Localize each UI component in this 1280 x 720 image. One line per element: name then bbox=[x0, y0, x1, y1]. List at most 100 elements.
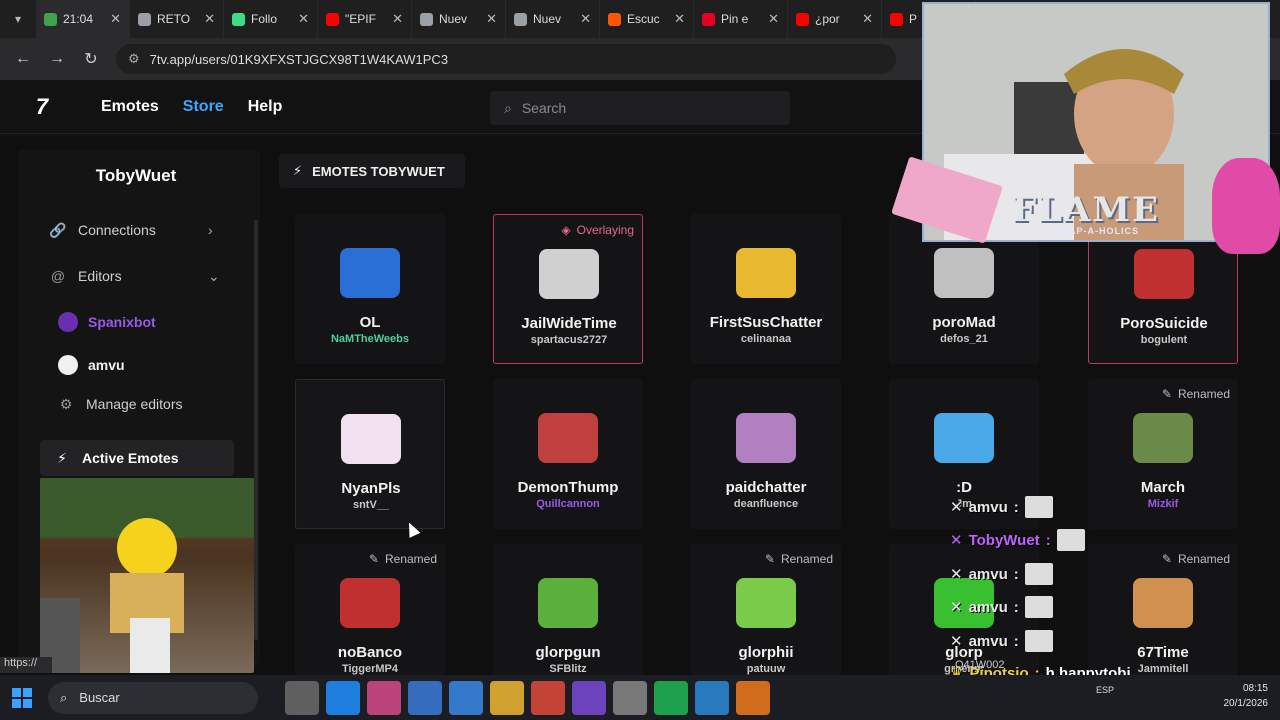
store-icon[interactable] bbox=[408, 680, 442, 715]
browser-tab[interactable]: ¿por ✕ bbox=[788, 0, 882, 38]
nav-emotes[interactable]: Emotes bbox=[101, 98, 159, 116]
copilot-icon[interactable] bbox=[367, 680, 401, 715]
chevron-down-icon[interactable]: ⌄ bbox=[208, 268, 220, 285]
emote-card[interactable]: FirstSusChatter celinanaa bbox=[691, 214, 841, 364]
chat-emote bbox=[1024, 496, 1053, 518]
emote-name: poroMad bbox=[932, 314, 996, 331]
emote-owner[interactable]: sntV__ bbox=[296, 499, 446, 511]
emote-card[interactable]: paidchatter deanfluence bbox=[691, 379, 841, 529]
chat-colon: : bbox=[1013, 632, 1019, 650]
nav-help[interactable]: Help bbox=[248, 98, 283, 116]
emote-image bbox=[340, 578, 400, 628]
chat-username: amvu bbox=[968, 565, 1008, 583]
tab-title: Pin e bbox=[721, 12, 749, 26]
chat-colon: : bbox=[1013, 498, 1019, 516]
browser-tab[interactable]: Pin e ✕ bbox=[694, 0, 788, 38]
emote-card[interactable]: ◈ Overlaying JailWideTime spartacus2727 bbox=[493, 214, 643, 364]
emote-owner[interactable]: NaMTheWeebs bbox=[295, 333, 445, 345]
badge-label: Renamed bbox=[1177, 387, 1230, 401]
nav-store[interactable]: Store bbox=[183, 98, 224, 116]
language-indicator[interactable]: ESP bbox=[1096, 685, 1114, 695]
browser-tab[interactable]: Follo ✕ bbox=[224, 0, 318, 38]
search-input[interactable]: ⌕ Search bbox=[490, 91, 790, 125]
chat-badge-icon: ✕ bbox=[950, 633, 963, 650]
browser-tab[interactable]: "EPIF ✕ bbox=[318, 0, 412, 38]
emote-owner[interactable]: Quillcannon bbox=[493, 498, 643, 510]
close-icon[interactable]: ✕ bbox=[674, 11, 685, 27]
clock[interactable]: 08:15 20/1/2026 bbox=[1224, 681, 1269, 711]
emote-name: noBanco bbox=[337, 644, 403, 661]
close-icon[interactable]: ✕ bbox=[392, 11, 403, 27]
task-view-icon[interactable] bbox=[285, 680, 319, 715]
emote-owner[interactable]: TiggerMP4 bbox=[295, 663, 445, 675]
renamed-badge: ✎ Renamed bbox=[369, 552, 437, 566]
browser-tab[interactable]: Nuev ✕ bbox=[506, 0, 600, 38]
emote-card[interactable]: OL NaMTheWeebs bbox=[295, 214, 445, 364]
emote-owner[interactable]: celinanaa bbox=[691, 333, 841, 345]
spotify-icon[interactable] bbox=[654, 680, 688, 715]
photos-icon[interactable] bbox=[695, 680, 729, 715]
close-icon[interactable]: ✕ bbox=[862, 11, 873, 27]
editor-item[interactable]: amvu bbox=[58, 355, 125, 375]
at-icon: @ bbox=[50, 268, 66, 284]
emote-owner[interactable]: SFBlitz bbox=[493, 663, 643, 675]
close-icon[interactable]: ✕ bbox=[110, 11, 121, 27]
avatar bbox=[58, 355, 78, 375]
outlook-icon[interactable] bbox=[449, 680, 483, 715]
emote-owner[interactable]: defos_21 bbox=[889, 333, 1039, 345]
emote-image bbox=[340, 248, 400, 298]
emote-card[interactable]: DemonThump Quillcannon bbox=[493, 379, 643, 529]
emote-owner[interactable]: bogulent bbox=[1089, 334, 1239, 346]
sidebar-item-manage-editors[interactable]: ⚙ Manage editors bbox=[58, 396, 183, 413]
chat-emote bbox=[1056, 529, 1085, 551]
discord-icon[interactable] bbox=[572, 680, 606, 715]
sidebar-item-editors[interactable]: @ Editors bbox=[50, 268, 122, 284]
site-info-icon[interactable]: ⚙ bbox=[128, 51, 140, 67]
emote-card[interactable]: ✎ Renamed glorphii patuuw bbox=[691, 544, 841, 694]
folder-icon[interactable] bbox=[490, 680, 524, 715]
emote-owner[interactable]: deanfluence bbox=[691, 498, 841, 510]
tab-search-icon[interactable]: ▾ bbox=[0, 0, 36, 38]
taskbar-search[interactable]: ⌕ Buscar bbox=[48, 681, 258, 714]
editor-name: amvu bbox=[88, 357, 125, 373]
windows-start-icon[interactable] bbox=[0, 675, 44, 720]
settings-icon[interactable] bbox=[613, 680, 647, 715]
emote-owner[interactable]: Mizkif bbox=[1088, 498, 1238, 510]
close-icon[interactable]: ✕ bbox=[768, 11, 779, 27]
pencil-icon: ✎ bbox=[368, 552, 379, 566]
editor-item[interactable]: Spanixbot bbox=[58, 312, 156, 332]
forward-icon[interactable]: → bbox=[42, 44, 72, 74]
emote-card[interactable]: glorpgun SFBlitz bbox=[493, 544, 643, 694]
sidebar-scrollbar[interactable] bbox=[254, 220, 258, 640]
chevron-right-icon[interactable]: › bbox=[208, 222, 213, 238]
close-icon[interactable]: ✕ bbox=[204, 11, 215, 27]
sidebar-item-active-emotes[interactable]: ⚡ Active Emotes bbox=[40, 440, 234, 476]
browser-tab[interactable]: RETO ✕ bbox=[130, 0, 224, 38]
browser-tab[interactable]: Escuc ✕ bbox=[600, 0, 694, 38]
bolt-icon: ⚡ bbox=[293, 163, 303, 178]
reload-icon[interactable]: ↻ bbox=[76, 44, 106, 74]
browser-tab[interactable]: Nuev ✕ bbox=[412, 0, 506, 38]
emote-card[interactable]: NyanPls sntV__ bbox=[295, 379, 445, 529]
7tv-logo[interactable]: 7 bbox=[0, 94, 84, 120]
url-field[interactable]: ⚙ 7tv.app/users/01K9XFXSTJGCX98T1W4KAW1P… bbox=[116, 44, 896, 74]
edge-icon[interactable] bbox=[326, 680, 360, 715]
emote-image bbox=[736, 578, 796, 628]
emote-owner[interactable]: patuuw bbox=[691, 663, 841, 675]
close-icon[interactable]: ✕ bbox=[580, 11, 591, 27]
close-icon[interactable]: ✕ bbox=[486, 11, 497, 27]
emote-card[interactable]: ✎ Renamed noBanco TiggerMP4 bbox=[295, 544, 445, 694]
url-text: 7tv.app/users/01K9XFXSTJGCX98T1W4KAW1PC3 bbox=[149, 51, 449, 67]
browser-tab[interactable]: 21:04 ✕ bbox=[36, 0, 130, 38]
emote-owner[interactable]: spartacus2727 bbox=[494, 334, 644, 346]
close-icon[interactable]: ✕ bbox=[298, 11, 309, 27]
chrome-icon[interactable] bbox=[531, 680, 565, 715]
sidebar-item-connections[interactable]: 🔗 Connections bbox=[49, 222, 156, 239]
emote-image bbox=[1133, 413, 1193, 463]
emote-name: OL bbox=[359, 314, 381, 331]
emote-card[interactable]: ✎ Renamed March Mizkif bbox=[1088, 379, 1238, 529]
taskbar-search-label: Buscar bbox=[79, 690, 120, 705]
app-icon[interactable] bbox=[736, 680, 770, 715]
back-icon[interactable]: ← bbox=[8, 44, 38, 74]
emote-image bbox=[934, 413, 994, 463]
